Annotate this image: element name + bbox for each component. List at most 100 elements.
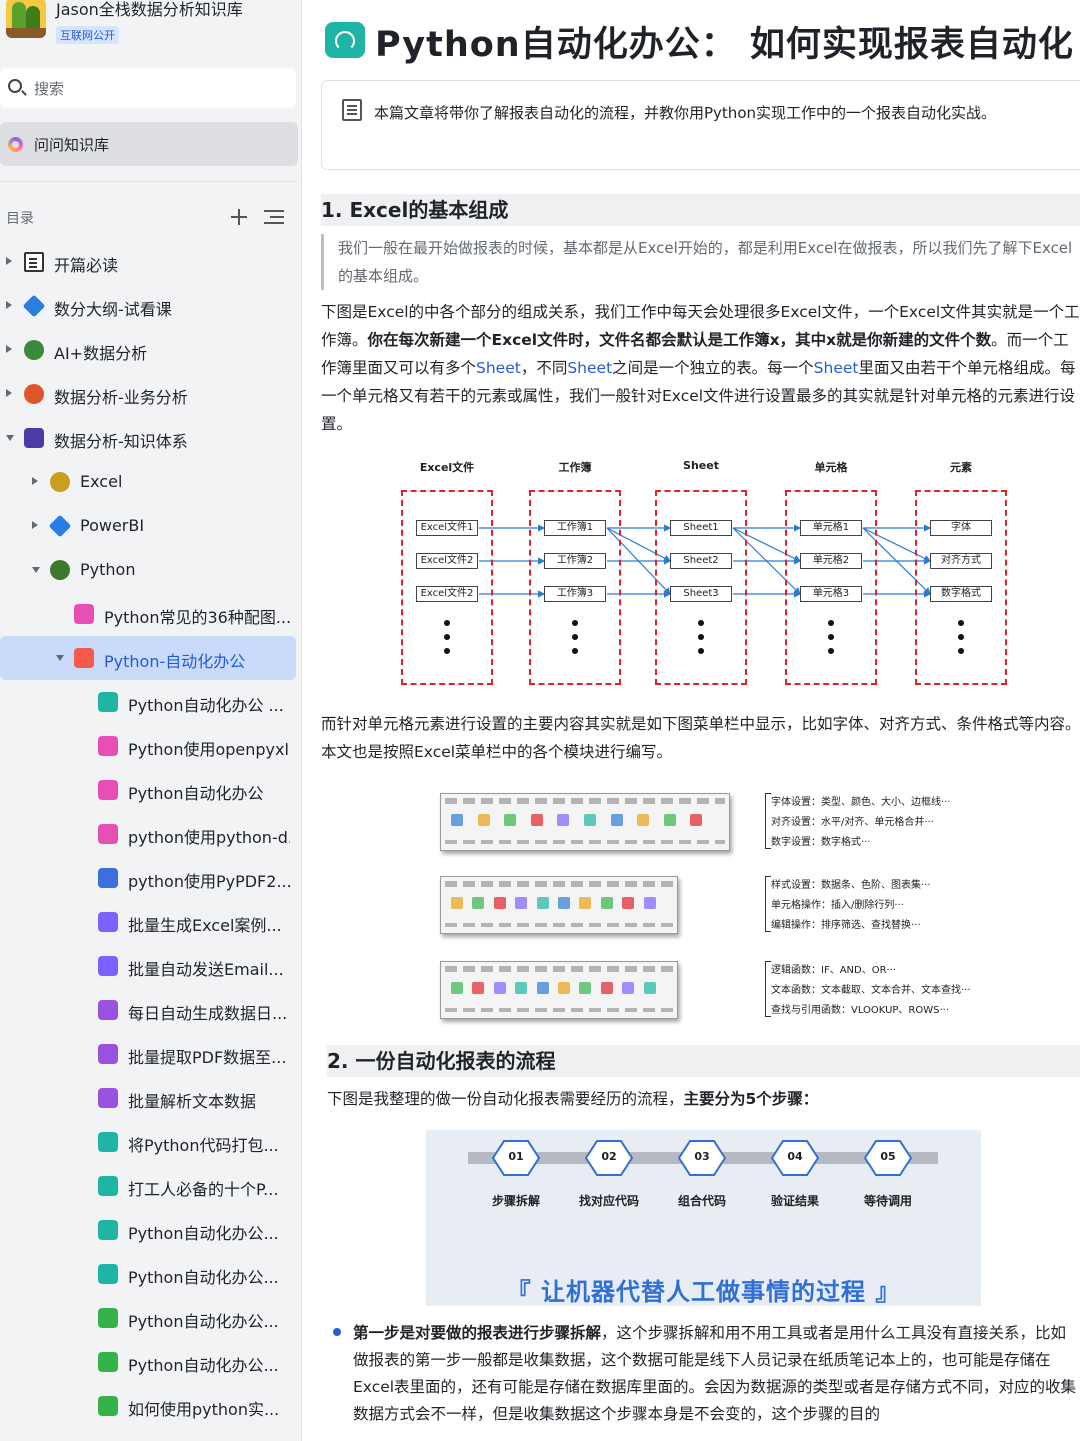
step-number: 02 [601,1150,617,1163]
chevron-down-icon[interactable] [32,567,40,573]
sidebar-item-label: 每日自动生成数据日... [128,1004,288,1023]
chevron-down-icon[interactable] [56,655,64,661]
ribbon-tool-icon [622,982,635,994]
sidebar-item[interactable]: Python自动化办公... [0,1252,301,1296]
report-process-diagram: 『 让机器代替人工做事情的过程 』 01 步骤拆解 02 找对应代码 03 组合代码 04 验… [426,1130,981,1306]
sidebar-item[interactable]: Python自动化办公... [0,1296,301,1340]
sidebar-item-label: python使用python-d... [128,828,290,847]
ribbon-note: 查找与引用函数：VLOOKUP、ROWS··· [771,1005,950,1016]
sidebar-item[interactable]: python使用PyPDF2... [0,856,301,900]
sidebar-item[interactable]: 每日自动生成数据日... [0,988,301,1032]
para-text: 之间是一个独立的表。每一个 [612,359,814,377]
sidebar-item[interactable]: python使用python-d... [0,812,301,856]
ask-knowledge-base-button[interactable]: 问问知识库 [0,122,298,166]
ribbon-tool-icon [530,814,543,826]
sheet-link[interactable]: Sheet [814,359,859,377]
board-icon [98,912,118,932]
sidebar-search[interactable]: 搜索 [0,68,296,108]
sidebar-item-label: 如何使用python实... [128,1400,280,1419]
sidebar-item[interactable]: 将Python代码打包... [0,1120,301,1164]
board-icon [98,824,118,844]
diagram-cell: Sheet3 [670,586,732,602]
ellipsis-icon [572,620,578,660]
sidebar-item[interactable]: Python自动化办公... [0,1208,301,1252]
sheet-link[interactable]: Sheet [476,359,521,377]
sidebar-item-label: Python-自动化办公 [104,652,246,671]
diamond-icon [22,294,46,318]
step-number: 05 [880,1150,896,1163]
sidebar-item[interactable]: 数据分析-业务分析 [0,372,301,416]
sidebar-item[interactable]: 数据分析-知识体系 [0,416,301,460]
ribbon-tool-icon [579,982,592,994]
diagram-cell: 数字格式 [930,586,992,602]
sidebar-item[interactable]: Python自动化办公 ... [0,680,301,724]
sidebar-item[interactable]: 如何使用python实... [0,1384,301,1428]
chevron-right-icon[interactable] [6,345,12,353]
ribbon-note: 编辑操作：排序筛选、查找替换··· [771,920,921,931]
kb-title: Jason全栈数据分析知识库 [56,0,243,19]
ribbon-tool-icon [472,897,485,909]
app-window: Jason全栈数据分析知识库 互联网公开 搜索 问问知识库 目录 开篇必读 数分大… [0,0,1080,1441]
search-icon [8,79,22,93]
sidebar-item-label: Python自动化办公 ... [128,696,284,715]
chevron-right-icon[interactable] [6,257,12,265]
board-icon [98,1088,118,1108]
sidebar-item-label: 数据分析-知识体系 [54,432,188,451]
step-label: 组合代码 [677,1194,726,1208]
callout-text: 本篇文章将带你了解报表自动化的流程，并教你用Python实现工作中的一个报表自动… [374,104,996,122]
sidebar-item[interactable]: Python自动化办公 [0,768,301,812]
sidebar-item[interactable]: PowerBI [0,504,301,548]
sidebar-item[interactable]: 批量提取PDF数据至... [0,1032,301,1076]
step-number: 01 [508,1150,524,1163]
sidebar-item[interactable]: Python自动化办公... [0,1340,301,1384]
ribbon-tool-icon [536,897,549,909]
board-icon [74,604,94,624]
sidebar-item-label: Python自动化办公... [128,1268,279,1287]
para-text: ，不同 [520,359,568,377]
ellipsis-icon [698,620,704,660]
sidebar-item[interactable]: Python [0,548,301,592]
sidebar-item[interactable]: 批量自动发送Email... [0,944,301,988]
ribbon-tool-icon [600,982,613,994]
board-icon [98,1264,118,1284]
chevron-right-icon[interactable] [32,477,38,485]
excel-ribbon-image [440,876,678,934]
outline-toggle-icon[interactable] [264,208,284,226]
ribbon-tool-icon [493,897,506,909]
sidebar-item[interactable]: Python-自动化办公 [0,636,296,680]
excel-structure-diagram: Excel文件 Excel文件1 Excel文件2 Excel文件2 工作簿 工作簿1 工作… [393,455,1023,695]
ribbon-tool-icon [477,814,490,826]
diagram-cell: 工作簿3 [544,586,606,602]
board-icon [98,956,118,976]
board-icon [98,780,118,800]
chevron-down-icon[interactable] [6,435,14,441]
ribbon-tool-icon [690,814,703,826]
diagram-column-header: 单元格 [814,461,848,474]
sidebar-item[interactable]: 数分大纲-试看课 [0,284,301,328]
sidebar-item[interactable]: 批量生成Excel案例... [0,900,301,944]
chevron-right-icon[interactable] [6,389,12,397]
chevron-right-icon[interactable] [32,521,38,529]
sheet-link[interactable]: Sheet [567,359,612,377]
ribbon-tool-icon [451,982,463,994]
sidebar-item[interactable]: 开篇必读 [0,240,301,284]
sidebar-item-label: 批量自动发送Email... [128,960,284,979]
sidebar-item[interactable]: Python常见的36种配图... [0,592,301,636]
chevron-right-icon[interactable] [6,301,12,309]
heading-report-flow: 2. 一份自动化报表的流程 [327,1045,1080,1077]
add-icon[interactable] [230,208,248,226]
ask-label: 问问知识库 [34,136,110,154]
ribbon-tool-icon [663,814,676,826]
ribbon-tool-icon [504,814,517,826]
sidebar-item-label: Python使用openpyxl... [128,740,290,759]
sidebar-item[interactable]: Excel [0,460,301,504]
ufo-icon [24,340,44,360]
sidebar-item[interactable]: Python使用openpyxl... [0,724,301,768]
sidebar-item[interactable]: AI+数据分析 [0,328,301,372]
knowledge-base-header[interactable]: Jason全栈数据分析知识库 互联网公开 [0,0,301,56]
sidebar-item[interactable]: 批量解析文本数据 [0,1076,301,1120]
sidebar-item[interactable]: 打工人必备的十个P... [0,1164,301,1208]
ribbon-tool-icon [600,897,613,909]
board-icon [98,1000,118,1020]
bullet-bold: 第一步是对要做的报表进行步骤拆解 [353,1324,602,1342]
